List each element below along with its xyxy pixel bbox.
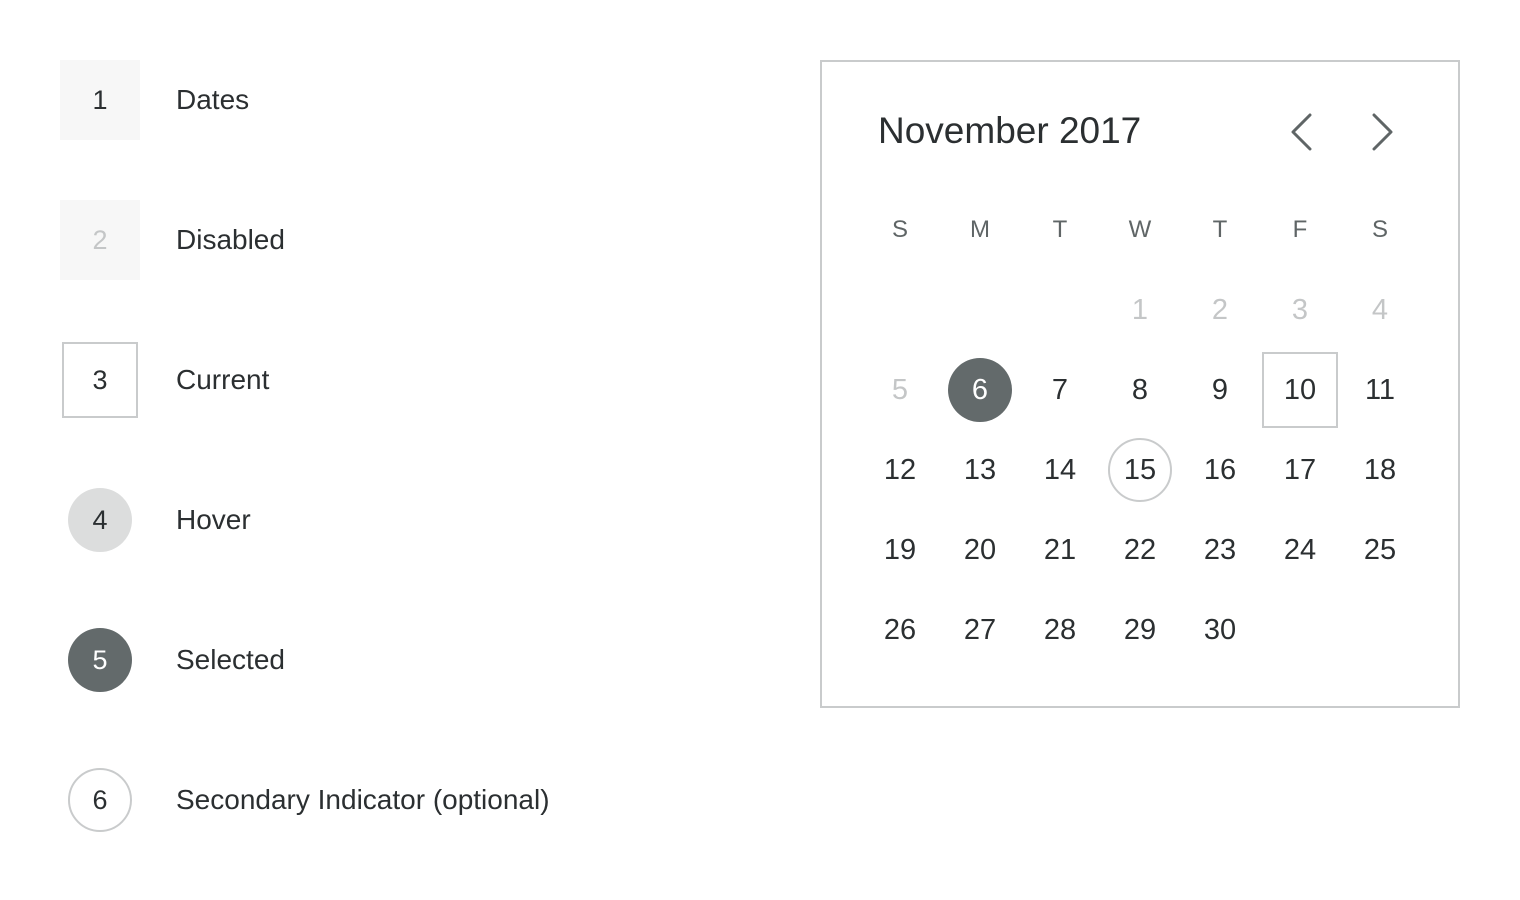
calendar-day[interactable]: 22	[1100, 510, 1180, 590]
calendar-day-number: 20	[963, 533, 997, 566]
legend-swatch-selected: 5	[60, 620, 140, 700]
calendar-day-current[interactable]: 10	[1260, 350, 1340, 430]
legend-item-current: 3 Current	[60, 340, 760, 420]
calendar-day[interactable]: 30	[1180, 590, 1260, 670]
legend-swatch-number: 1	[92, 84, 108, 115]
calendar-day-number: 25	[1363, 533, 1397, 566]
legend-swatch-number: 3	[62, 342, 138, 418]
calendar-day[interactable]: 19	[860, 510, 940, 590]
legend-item-disabled: 2 Disabled	[60, 200, 760, 280]
calendar-day-number: 7	[1051, 373, 1069, 406]
calendar-day-secondary[interactable]: 15	[1100, 430, 1180, 510]
calendar-day-selected[interactable]: 6	[940, 350, 1020, 430]
calendar-day: 5	[860, 350, 940, 430]
calendar-day-number: 9	[1211, 373, 1229, 406]
previous-month-button[interactable]	[1280, 110, 1324, 154]
calendar-day-number: 11	[1364, 373, 1396, 406]
calendar-day-number: 22	[1123, 533, 1157, 566]
legend-swatch-secondary: 6	[60, 760, 140, 840]
calendar-day[interactable]: 26	[860, 590, 940, 670]
calendar-day[interactable]: 11	[1340, 350, 1420, 430]
weekday-label: T	[1052, 216, 1068, 243]
calendar-day: 4	[1340, 270, 1420, 350]
calendar-day[interactable]: 21	[1020, 510, 1100, 590]
calendar-day-number: 13	[963, 453, 997, 486]
calendar-day-number: 17	[1283, 453, 1317, 486]
calendar-day-number: 23	[1203, 533, 1237, 566]
calendar-day: 3	[1260, 270, 1340, 350]
legend-label: Hover	[176, 504, 251, 535]
calendar-day[interactable]: 12	[860, 430, 940, 510]
calendar-day-number: 29	[1123, 613, 1157, 646]
weekday-label: S	[1371, 216, 1388, 243]
chevron-left-icon	[1291, 113, 1312, 151]
legend-label: Secondary Indicator (optional)	[176, 784, 550, 815]
calendar-day[interactable]: 16	[1180, 430, 1260, 510]
legend-label: Dates	[176, 84, 250, 115]
calendar-day-number: 5	[891, 373, 909, 406]
calendar-day-number: 30	[1203, 613, 1237, 646]
calendar-day-number: 18	[1363, 453, 1397, 486]
calendar-day[interactable]: 23	[1180, 510, 1260, 590]
calendar-day-number: 3	[1291, 293, 1309, 326]
weekday-label: F	[1292, 216, 1308, 243]
calendar-month-title: November 2017	[878, 110, 1142, 151]
calendar-day-number: 1	[1131, 293, 1149, 326]
weekday-label: M	[970, 216, 990, 243]
calendar-day[interactable]: 25	[1340, 510, 1420, 590]
legend-swatch-number: 4	[68, 488, 132, 552]
calendar-day[interactable]: 8	[1100, 350, 1180, 430]
legend-item-dates: 1 Dates	[60, 60, 760, 140]
calendar-day[interactable]: 29	[1100, 590, 1180, 670]
weekday-label: T	[1212, 216, 1228, 243]
weekday-label: S	[891, 216, 908, 243]
calendar-day-number: 2	[1211, 293, 1229, 326]
next-month-button[interactable]	[1360, 110, 1404, 154]
calendar-day[interactable]: 28	[1020, 590, 1100, 670]
calendar-day-number: 24	[1283, 533, 1317, 566]
legend-label: Current	[176, 364, 270, 395]
calendar-day[interactable]: 9	[1180, 350, 1260, 430]
calendar-day[interactable]: 24	[1260, 510, 1340, 590]
legend-item-selected: 5 Selected	[60, 620, 760, 700]
legend-swatch-current: 3	[60, 340, 140, 420]
calendar-day[interactable]: 14	[1020, 430, 1100, 510]
legend-swatch-hover: 4	[60, 480, 140, 560]
calendar-day[interactable]: 20	[940, 510, 1020, 590]
calendar-day[interactable]: 18	[1340, 430, 1420, 510]
calendar-day-number: 6	[948, 358, 1012, 422]
calendar-day-number: 21	[1043, 533, 1077, 566]
calendar-datepicker: November 2017 S M T W T F S 1 2 3 4 5 6 7 8 9 10 1…	[820, 60, 1460, 708]
weekday-label: W	[1128, 216, 1152, 243]
legend-label: Selected	[176, 644, 285, 675]
legend-swatch-number: 6	[68, 768, 132, 832]
calendar-day-number: 28	[1043, 613, 1077, 646]
calendar-day: 2	[1180, 270, 1260, 350]
weekday-header: S M T W T F S	[860, 210, 1420, 250]
calendar-day[interactable]: 17	[1260, 430, 1340, 510]
chevron-right-icon	[1372, 113, 1393, 151]
legend-item-hover: 4 Hover	[60, 480, 760, 560]
calendar-day-number: 15	[1108, 438, 1172, 502]
legend-swatch-number: 2	[92, 224, 108, 255]
calendar-day-number: 16	[1203, 453, 1237, 486]
calendar-day: 1	[1100, 270, 1180, 350]
calendar-day-number: 12	[883, 453, 917, 486]
calendar-day-number: 19	[883, 533, 917, 566]
calendar-day-number: 27	[963, 613, 997, 646]
legend-swatch-dates: 1	[60, 60, 140, 140]
calendar-day[interactable]: 27	[940, 590, 1020, 670]
calendar-day-number: 26	[883, 613, 917, 646]
calendar-day[interactable]: 7	[1020, 350, 1100, 430]
calendar-day[interactable]: 13	[940, 430, 1020, 510]
legend-swatch-number: 5	[68, 628, 132, 692]
legend-label: Disabled	[176, 224, 285, 255]
calendar-day-number: 8	[1131, 373, 1149, 406]
calendar-day-number: 4	[1371, 293, 1389, 326]
legend-item-secondary-indicator: 6 Secondary Indicator (optional)	[60, 760, 760, 840]
calendar-day-number: 10	[1262, 352, 1338, 428]
legend-swatch-disabled: 2	[60, 200, 140, 280]
calendar-day-number: 14	[1043, 453, 1077, 486]
